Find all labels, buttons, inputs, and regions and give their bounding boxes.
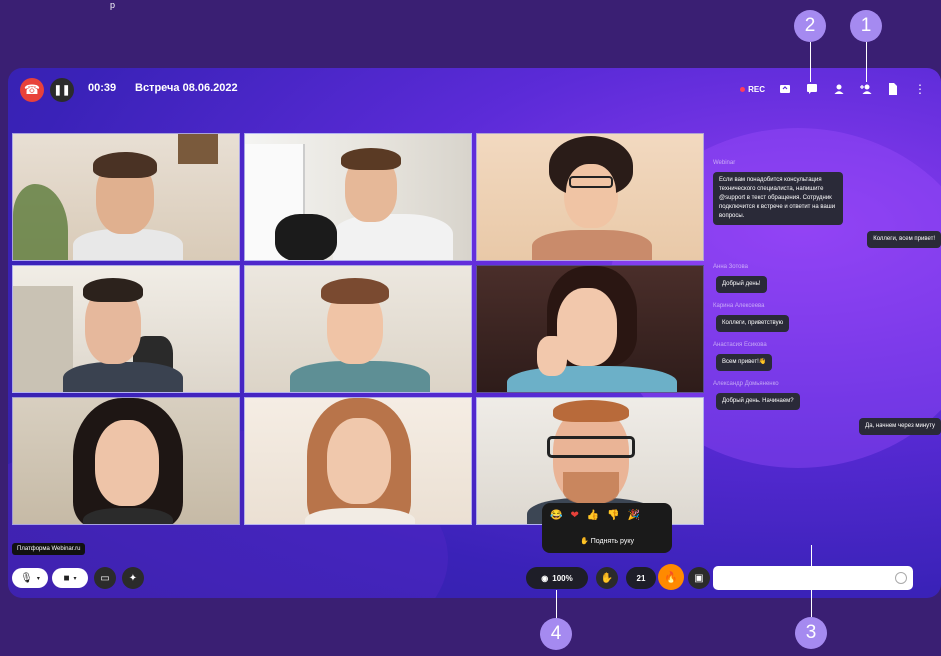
pause-icon: ❚❚ (53, 84, 71, 96)
reaction-heart[interactable]: ❤ (570, 510, 578, 521)
meeting-title: Встреча 08.06.2022 (135, 82, 238, 94)
callout-1: 1 (850, 10, 882, 42)
mic-toggle[interactable]: 🎙 ▾ (12, 568, 48, 588)
reaction-thumbs-up[interactable]: 👍 (587, 510, 599, 521)
picture-in-picture-icon: ▣ (694, 572, 704, 584)
mic-icon: 🎙 (20, 572, 33, 584)
video-tile[interactable] (244, 265, 472, 393)
pause-button[interactable]: ❚❚ (50, 78, 74, 102)
conference-window: ☎ ❚❚ 00:39 Встреча 08.06.2022 REC ⋮ Webi… (8, 68, 941, 598)
chat-message: Добрый день! (716, 276, 767, 293)
reactions-popup: 😂 ❤ 👍 👎 🎉 ✋ Поднять руку (542, 503, 672, 553)
video-tile[interactable] (12, 265, 240, 393)
video-tile[interactable] (12, 397, 240, 525)
participants-count: 21 (636, 573, 646, 583)
eye-icon: ◉ (541, 573, 549, 583)
chat-sender: Webinar (713, 160, 736, 166)
callout-line (810, 42, 811, 82)
raise-hand-label: Поднять руку (590, 538, 634, 545)
reaction-laugh[interactable]: 😂 (550, 510, 562, 521)
chat-input[interactable] (713, 566, 913, 590)
rec-label: REC (748, 84, 765, 94)
view-percent: 100% (552, 573, 573, 583)
meeting-timer: 00:39 (88, 82, 117, 94)
video-tile[interactable] (476, 265, 704, 393)
chat-message: Если вам понадобится консультация технич… (713, 172, 843, 225)
phone-hangup-icon: ☎ (23, 82, 41, 97)
top-text-fragment: р (110, 0, 116, 10)
screen-share-icon[interactable] (778, 82, 792, 96)
chevron-down-icon: ▾ (36, 575, 40, 582)
pip-button[interactable]: ▣ (688, 567, 710, 589)
chat-panel: Webinar Если вам понадобится консультаци… (710, 160, 941, 590)
video-tile[interactable] (244, 397, 472, 525)
reaction-button[interactable]: 🔥 (658, 564, 684, 590)
participants-counter[interactable]: 21 (626, 567, 656, 589)
chat-sender: Анастасия Есикова (713, 342, 767, 348)
more-icon[interactable]: ⋮ (913, 82, 927, 96)
hand-icon: ✋ (600, 572, 614, 584)
effects-button[interactable]: ✦ (122, 567, 144, 589)
reaction-party[interactable]: 🎉 (628, 510, 640, 521)
chat-sender: Анна Зотова (713, 264, 748, 270)
file-icon[interactable] (886, 82, 900, 96)
hangup-button[interactable]: ☎ (20, 78, 44, 102)
video-grid (12, 133, 706, 525)
view-scale-button[interactable]: ◉ 100% (526, 567, 588, 589)
chat-message: Коллеги, приветствую (716, 315, 790, 332)
chat-message: Коллеги, всем привет! (867, 231, 941, 248)
chat-message-group: Webinar Если вам понадобится консультаци… (710, 160, 941, 225)
hand-button[interactable]: ✋ (596, 567, 618, 589)
whiteboard-button[interactable]: ▭ (94, 567, 116, 589)
reaction-thumbs-down[interactable]: 👎 (607, 510, 619, 521)
chat-sender: Александр Домьяненко (713, 381, 779, 387)
top-bar: ☎ ❚❚ 00:39 Встреча 08.06.2022 REC ⋮ (8, 68, 941, 108)
raise-hand-button[interactable]: ✋ Поднять руку (542, 537, 672, 545)
magic-icon: ✦ (128, 572, 138, 584)
callout-line (811, 545, 812, 617)
video-tile[interactable] (12, 133, 240, 261)
chat-message: Добрый день. Начинаем? (716, 393, 800, 410)
video-tile[interactable] (244, 133, 472, 261)
chat-message: Всем привет!👋 (716, 354, 773, 371)
person-icon[interactable] (832, 82, 846, 96)
tooltip: Платформа Webinar.ru (12, 543, 86, 555)
camera-toggle[interactable]: ■ ▾ (52, 568, 88, 588)
reaction-icon: 🔥 (664, 571, 678, 584)
camera-icon: ■ (63, 572, 70, 584)
whiteboard-icon: ▭ (100, 572, 110, 584)
callout-3: 3 (795, 617, 827, 649)
chat-message: Да, начнем через минуту (859, 418, 941, 435)
callout-2: 2 (794, 10, 826, 42)
callout-line (556, 590, 557, 620)
video-tile[interactable] (476, 133, 704, 261)
add-person-icon[interactable] (859, 82, 873, 96)
chat-icon[interactable] (805, 82, 819, 96)
chevron-down-icon: ▾ (73, 575, 77, 582)
chat-sender: Карина Алексеева (713, 303, 765, 309)
callout-line (866, 42, 867, 82)
emoji-icon[interactable] (895, 572, 907, 584)
record-button[interactable]: REC (740, 85, 765, 94)
callout-4: 4 (540, 618, 572, 650)
